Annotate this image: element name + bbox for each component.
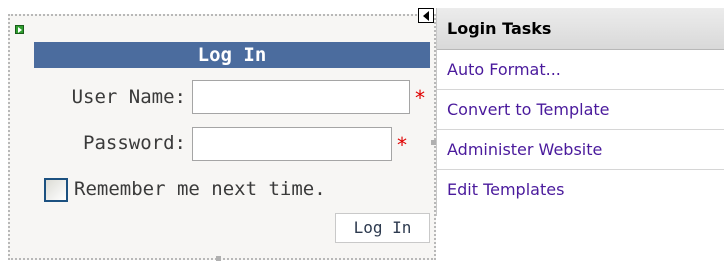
password-label: Password: (83, 132, 186, 154)
password-field[interactable] (192, 127, 392, 161)
resize-handle-bottom[interactable] (216, 256, 221, 261)
designer-surface: Log In User Name: * Password: * Remember… (0, 0, 724, 266)
task-administer-website[interactable]: Administer Website (437, 130, 724, 170)
username-required-marker: * (414, 86, 427, 110)
green-arrow-icon (15, 25, 24, 34)
username-field[interactable] (192, 80, 410, 114)
login-button[interactable]: Log In (335, 213, 430, 243)
login-tasks-panel: Login Tasks Auto Format... Convert to Te… (436, 8, 724, 216)
task-auto-format[interactable]: Auto Format... (437, 50, 724, 90)
remember-me-label: Remember me next time. (74, 178, 326, 200)
remember-me-checkbox[interactable] (44, 178, 68, 202)
task-convert-to-template[interactable]: Convert to Template (437, 90, 724, 130)
tasks-panel-header: Login Tasks (437, 8, 724, 50)
login-title: Log In (34, 42, 430, 68)
username-label: User Name: (71, 86, 186, 108)
smart-tag-arrow-icon[interactable] (418, 8, 434, 23)
login-control[interactable]: Log In User Name: * Password: * Remember… (8, 14, 436, 260)
password-required-marker: * (396, 133, 409, 157)
task-edit-templates[interactable]: Edit Templates (437, 170, 724, 210)
